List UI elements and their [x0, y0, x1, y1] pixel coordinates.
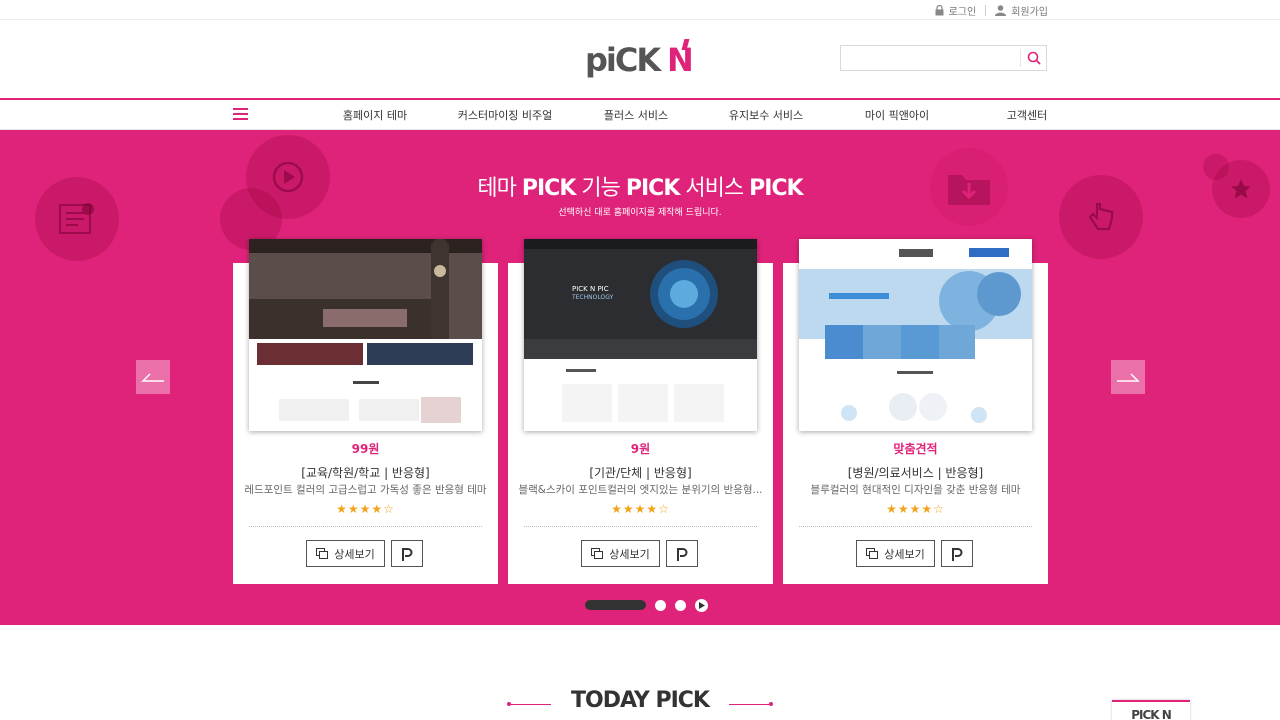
login-link[interactable]: 로그인: [935, 3, 977, 18]
pick-p-icon: [952, 547, 963, 561]
detail-view-button[interactable]: 상세보기: [581, 540, 660, 567]
theme-card: 99원 [교육/학원/학교 | 반응형] 레드포인트 컬러의 고급스럽고 가독성…: [233, 239, 498, 584]
card-divider: [799, 526, 1032, 527]
search-button[interactable]: [1020, 49, 1046, 67]
pager-dot[interactable]: [655, 599, 666, 611]
join-link[interactable]: 회원가입: [995, 3, 1048, 18]
theme-price: 맞춤견적: [893, 442, 938, 456]
detail-view-label: 상세보기: [609, 547, 650, 561]
theme-category: [교육/학원/학교 | 반응형]: [301, 466, 430, 480]
nav-item-plus-service[interactable]: 플러스 서비스: [604, 107, 668, 123]
hero-title-part1: 테마: [477, 176, 522, 201]
join-label: 회원가입: [1011, 7, 1048, 18]
window-icon: [591, 548, 604, 559]
theme-card: PICK N PIC TECHNOLOGY 9원 [기관/단체 | 반응형] 블…: [508, 239, 773, 584]
slider-pagination: [585, 598, 708, 612]
today-pick-title: TODAY PICK: [571, 688, 710, 713]
pick-p-icon: [677, 547, 688, 561]
pick-button[interactable]: [391, 540, 423, 567]
card-divider: [524, 526, 757, 527]
hero-title-part2: 기능: [575, 176, 626, 201]
detail-view-button[interactable]: 상세보기: [856, 540, 935, 567]
theme-card: 맞춤견적 [병원/의료서비스 | 반응형] 블루컬러의 현대적인 디자인을 갖춘…: [783, 239, 1048, 584]
floating-logo[interactable]: PICK N: [1112, 700, 1190, 720]
hero-title-part3: 서비스: [679, 176, 750, 201]
theme-thumbnail[interactable]: [799, 239, 1032, 431]
theme-thumbnail[interactable]: [249, 239, 482, 431]
arrow-left-icon: [141, 373, 164, 382]
pick-button[interactable]: [941, 540, 973, 567]
arrow-right-icon: [1117, 373, 1140, 382]
theme-rating: ★★★★☆: [611, 502, 670, 516]
nav-item-theme[interactable]: 홈페이지 테마: [343, 107, 407, 123]
pager-dot[interactable]: [675, 599, 686, 611]
search-icon: [1027, 51, 1041, 65]
search-box: [840, 45, 1047, 71]
main-nav: 홈페이지 테마 커스터마이징 비주얼 플러스 서비스 유지보수 서비스 마이 픽…: [0, 98, 1280, 130]
util-divider: [985, 5, 987, 16]
utility-links: 로그인 회원가입: [935, 3, 1048, 18]
theme-description: 블랙&스카이 포인트컬러의 엣지있는 분위기의 반응형...: [518, 484, 763, 496]
hero-banner: 테마 PICK 기능 PICK 서비스 PICK 선택하신 대로 홈페이지를 제…: [0, 130, 1280, 625]
utility-bar: 로그인 회원가입: [0, 0, 1280, 20]
play-icon: [699, 601, 705, 609]
prev-slide-button[interactable]: [136, 360, 170, 394]
header: piCK N: [0, 20, 1280, 98]
hero-title: 테마 PICK 기능 PICK 서비스 PICK: [0, 170, 1280, 202]
svg-text:N: N: [667, 41, 694, 79]
nav-item-customer-center[interactable]: 고객센터: [1007, 107, 1047, 123]
svg-text:PICK N PIC: PICK N PIC: [572, 285, 609, 293]
nav-item-maintenance[interactable]: 유지보수 서비스: [729, 107, 803, 123]
pick-button[interactable]: [666, 540, 698, 567]
window-icon: [866, 548, 879, 559]
lock-icon: [935, 5, 944, 16]
theme-category: [병원/의료서비스 | 반응형]: [847, 466, 984, 480]
site-logo[interactable]: piCK N: [585, 37, 697, 81]
window-icon: [316, 548, 329, 559]
theme-rating: ★★★★☆: [886, 502, 945, 516]
title-decor-line: [729, 704, 769, 705]
detail-view-label: 상세보기: [334, 547, 375, 561]
theme-thumbnail[interactable]: PICK N PIC TECHNOLOGY: [524, 239, 757, 431]
theme-price: 99원: [351, 442, 380, 456]
play-button[interactable]: [695, 598, 708, 612]
today-pick-section: TODAY PICK: [0, 688, 1280, 720]
theme-description: 블루컬러의 현대적인 디자인을 갖춘 반응형 테마: [810, 484, 1021, 496]
svg-text:TECHNOLOGY: TECHNOLOGY: [571, 294, 614, 301]
svg-text:piCK: piCK: [585, 41, 662, 79]
theme-price: 9원: [630, 442, 651, 456]
theme-description: 레드포인트 컬러의 고급스럽고 가독성 좋은 반응형 테마: [244, 484, 487, 496]
pager-active-bar[interactable]: [585, 600, 646, 610]
nav-item-my-picknI[interactable]: 마이 픽앤아이: [865, 107, 929, 123]
nav-menu: 홈페이지 테마 커스터마이징 비주얼 플러스 서비스 유지보수 서비스 마이 픽…: [0, 100, 1280, 130]
hero-title-pick3: PICK: [749, 176, 804, 201]
logo-wordmark: piCK N: [585, 39, 694, 79]
hero-title-pick2: PICK: [625, 176, 681, 201]
pick-p-icon: [402, 547, 413, 561]
detail-view-button[interactable]: 상세보기: [306, 540, 385, 567]
theme-rating: ★★★★☆: [336, 502, 395, 516]
nav-item-customizing[interactable]: 커스터마이징 비주얼: [458, 107, 553, 123]
hero-title-pick1: PICK: [521, 176, 577, 201]
card-divider: [249, 526, 482, 527]
detail-view-label: 상세보기: [884, 547, 925, 561]
hero-subtitle: 선택하신 대로 홈페이지를 제작해 드립니다.: [558, 208, 722, 218]
login-label: 로그인: [948, 7, 977, 18]
user-icon: [995, 5, 1007, 16]
search-input[interactable]: [841, 46, 1019, 70]
title-decor-dot: [769, 702, 773, 706]
next-slide-button[interactable]: [1111, 360, 1145, 394]
theme-category: [기관/단체 | 반응형]: [589, 466, 692, 480]
